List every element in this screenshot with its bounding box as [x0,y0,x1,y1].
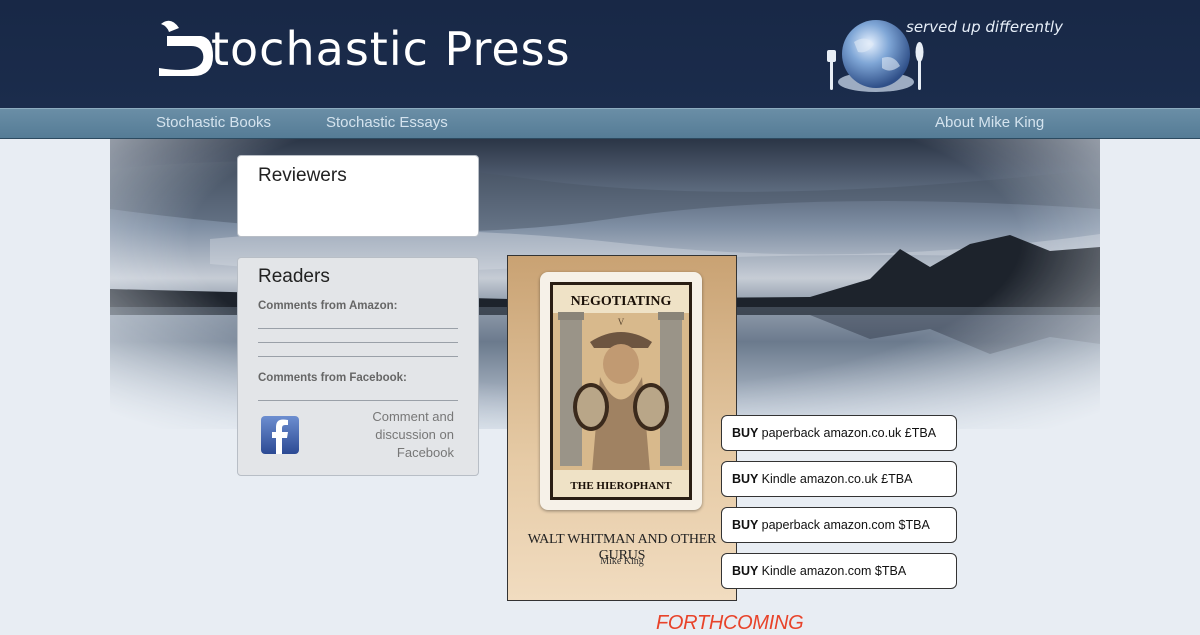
nav-about-mike-king[interactable]: About Mike King [935,114,1044,131]
status-forthcoming: FORTHCOMING [656,612,804,634]
reviewers-heading: Reviewers [258,165,347,186]
site-name: tochastic Press [211,22,571,76]
buy-label: paperback amazon.co.uk £TBA [761,426,937,440]
divider [258,356,458,357]
divider [258,400,458,401]
site-logo[interactable]: tochastic Press [157,18,571,80]
main-nav: Stochastic Books Stochastic Essays About… [0,108,1200,139]
facebook-icon[interactable] [261,416,299,454]
buy-label: paperback amazon.com $TBA [761,518,930,532]
amazon-comments-heading: Comments from Amazon: [258,300,398,312]
divider [258,342,458,343]
cover-artwork: NEGOTIATING V THE HIEROPHANT [550,282,692,500]
site-header: tochastic Press served up differently [0,0,1200,108]
buy-label: Kindle amazon.com $TBA [761,564,907,578]
cover-roman-numeral: V [618,317,625,327]
facebook-comments-heading: Comments from Facebook: [258,372,407,384]
buy-label: Kindle amazon.co.uk £TBA [761,472,913,486]
reviewers-panel: Reviewers [237,155,479,237]
book-cover-image[interactable]: NEGOTIATING V THE HIEROPHANT WALT WHITMA… [507,255,737,601]
buy-kindle-amazon-uk-button[interactable]: BUY Kindle amazon.co.uk £TBA [721,461,957,497]
cover-title-bottom: THE HIEROPHANT [570,480,672,492]
buy-kindle-amazon-com-button[interactable]: BUY Kindle amazon.com $TBA [721,553,957,589]
tagline: served up differently [906,18,1063,36]
cover-title-top: NEGOTIATING [571,294,672,309]
buy-prefix: BUY [732,564,762,578]
swoosh-s-icon [159,20,213,76]
cover-card: NEGOTIATING V THE HIEROPHANT [540,272,702,510]
buy-paperback-amazon-uk-button[interactable]: BUY paperback amazon.co.uk £TBA [721,415,957,451]
divider [258,328,458,329]
readers-heading: Readers [258,266,330,287]
cover-author: Mike King [600,556,644,567]
nav-stochastic-essays[interactable]: Stochastic Essays [326,114,448,131]
buy-paperback-amazon-com-button[interactable]: BUY paperback amazon.com $TBA [721,507,957,543]
buy-prefix: BUY [732,426,762,440]
nav-stochastic-books[interactable]: Stochastic Books [156,114,271,131]
facebook-discussion-link[interactable]: Comment and discussion on Facebook [328,408,454,462]
readers-panel: Readers Comments from Amazon: Comments f… [237,257,479,476]
buy-prefix: BUY [732,518,762,532]
buy-prefix: BUY [732,472,762,486]
